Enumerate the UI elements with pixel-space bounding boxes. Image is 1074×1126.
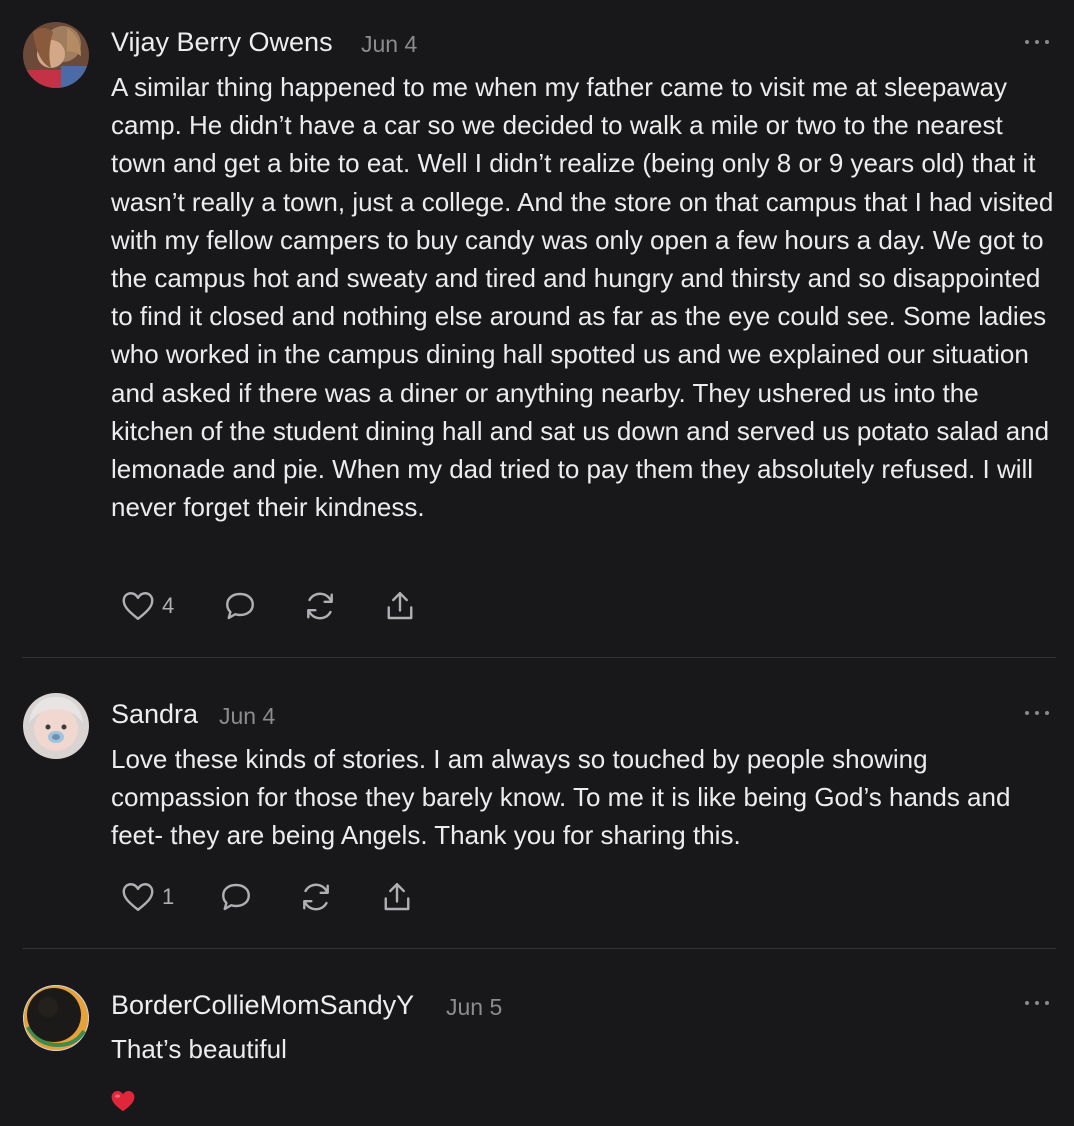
avatar[interactable] bbox=[23, 22, 89, 88]
ellipsis-icon[interactable] bbox=[1024, 709, 1050, 717]
speech-bubble-icon bbox=[222, 883, 250, 911]
comment-text: That’s beautiful bbox=[111, 1034, 287, 1064]
ellipsis-icon[interactable] bbox=[1024, 38, 1050, 46]
share-button[interactable] bbox=[382, 586, 418, 626]
like-count: 1 bbox=[162, 884, 175, 909]
like-button[interactable]: 4 bbox=[120, 586, 174, 626]
heart-emoji bbox=[110, 1088, 136, 1114]
speech-bubble-icon bbox=[226, 592, 254, 620]
reply-button[interactable] bbox=[218, 877, 254, 917]
divider bbox=[22, 657, 1056, 658]
reply-button[interactable] bbox=[222, 586, 258, 626]
refresh-arrows-icon bbox=[307, 592, 333, 620]
author-name[interactable]: Sandra bbox=[111, 699, 198, 730]
share-upload-icon bbox=[384, 883, 410, 911]
heart-outline-icon bbox=[122, 592, 154, 620]
share-upload-icon bbox=[387, 592, 413, 620]
avatar[interactable] bbox=[23, 985, 89, 1051]
restack-button[interactable] bbox=[302, 586, 338, 626]
comment-text: A similar thing happened to me when my f… bbox=[111, 72, 1054, 523]
avatar[interactable] bbox=[23, 693, 89, 759]
restack-button[interactable] bbox=[298, 877, 334, 917]
share-button[interactable] bbox=[379, 877, 415, 917]
comment-date: Jun 4 bbox=[219, 703, 276, 729]
like-button[interactable]: 1 bbox=[120, 877, 174, 917]
author-name[interactable]: BorderCollieMomSandyY bbox=[111, 990, 414, 1021]
heart-outline-icon bbox=[122, 883, 154, 911]
comment-date: Jun 4 bbox=[361, 31, 418, 57]
comment-date: Jun 5 bbox=[446, 994, 503, 1020]
divider bbox=[22, 948, 1056, 949]
refresh-arrows-icon bbox=[303, 883, 329, 911]
like-count: 4 bbox=[162, 593, 175, 618]
author-name[interactable]: Vijay Berry Owens bbox=[111, 27, 333, 58]
comment-text: Love these kinds of stories. I am always… bbox=[111, 744, 1011, 851]
ellipsis-icon[interactable] bbox=[1024, 999, 1050, 1007]
